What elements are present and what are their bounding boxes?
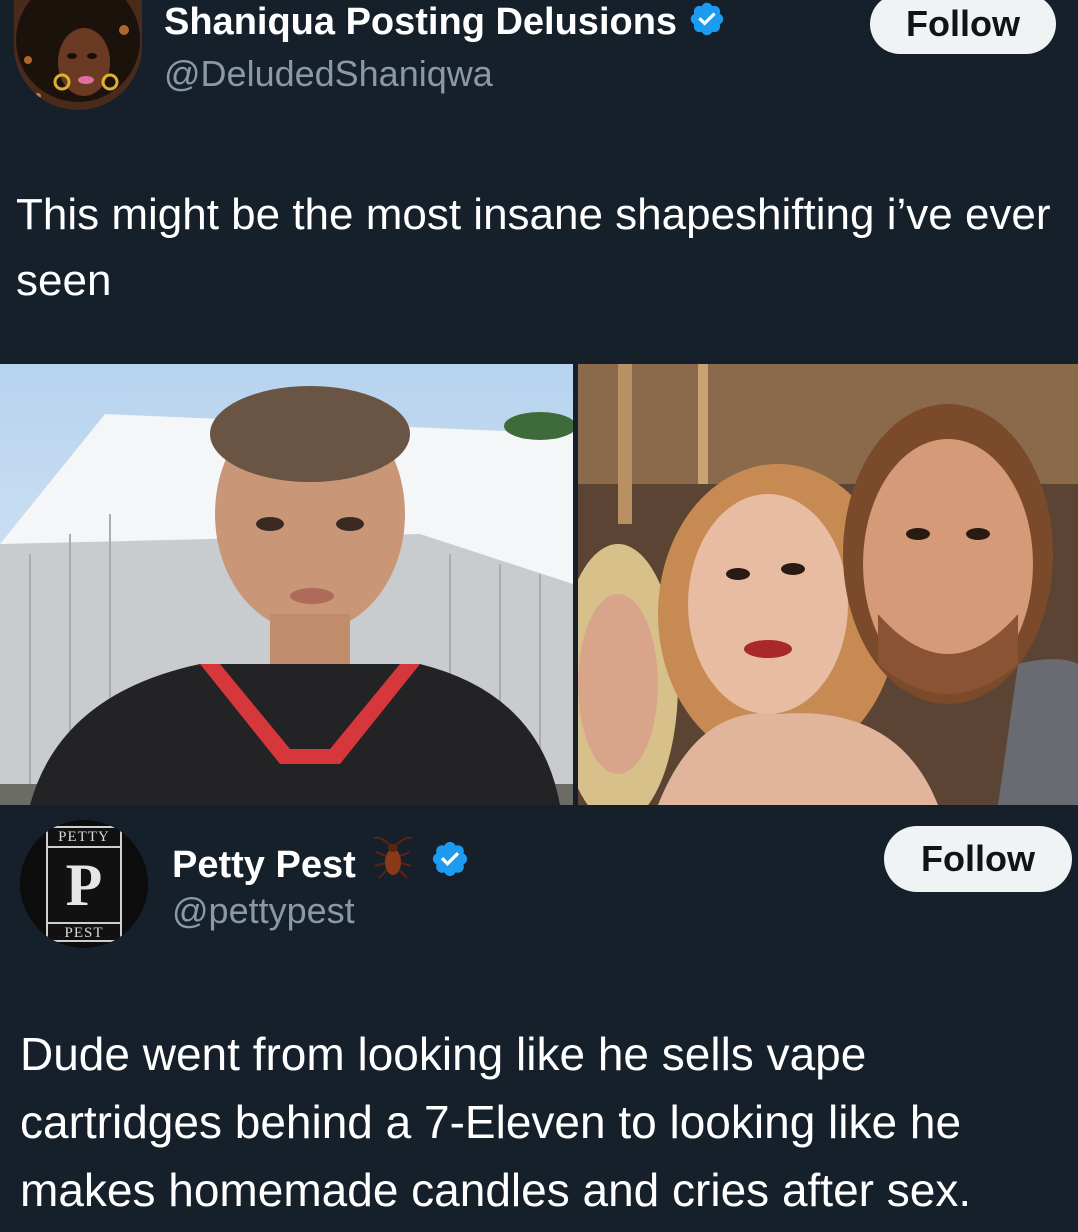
tweet-text: Dude went from looking like he sells vap… xyxy=(20,1028,972,1216)
couple-selfie-photo[interactable] xyxy=(578,364,1078,805)
display-name-text: Petty Pest xyxy=(172,844,356,886)
follow-button[interactable]: Follow xyxy=(884,826,1072,892)
display-name[interactable]: Shaniqua Posting Delusions xyxy=(164,0,726,48)
tweet-text: This might be the most insane shapeshift… xyxy=(16,190,1051,305)
cockroach-icon xyxy=(370,836,416,894)
handle[interactable]: @DeludedShaniqwa xyxy=(164,52,493,96)
follow-button[interactable]: Follow xyxy=(870,0,1056,54)
avatar[interactable]: PETTY P PEST xyxy=(20,820,148,948)
man-in-jersey-photo[interactable] xyxy=(0,364,573,805)
handle[interactable]: @pettypest xyxy=(172,888,355,934)
woman-illustration-avatar-icon xyxy=(14,0,142,110)
couple-selfie-photo-image xyxy=(578,364,1078,805)
verified-badge-icon xyxy=(430,839,470,891)
logo-monogram: P xyxy=(65,852,103,918)
petty-pest-logo-icon: PETTY P PEST xyxy=(46,826,122,942)
logo-top-text: PETTY xyxy=(48,828,120,848)
avatar[interactable] xyxy=(14,0,142,110)
verified-badge-icon xyxy=(688,0,726,48)
logo-bottom-text: PEST xyxy=(48,922,120,942)
display-name[interactable]: Petty Pest xyxy=(172,836,470,894)
man-in-jersey-photo-image xyxy=(0,364,573,805)
display-name-text: Shaniqua Posting Delusions xyxy=(164,1,678,44)
